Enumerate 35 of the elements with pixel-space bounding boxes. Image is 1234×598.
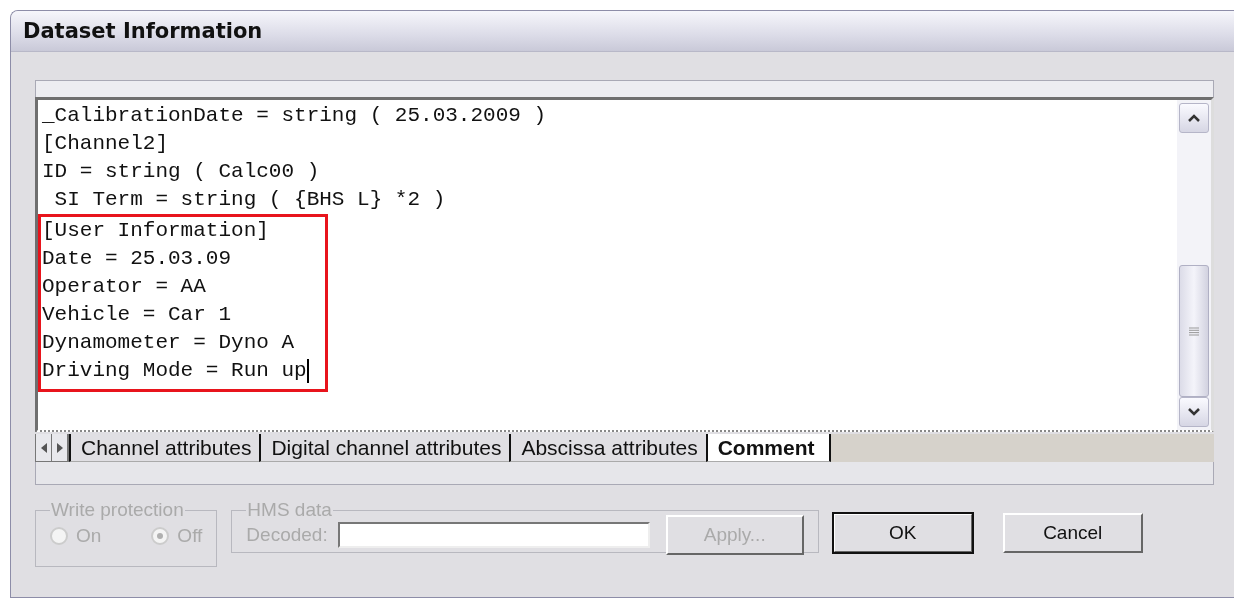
triangle-left-icon [40, 442, 47, 453]
tab-scroll-left-button[interactable] [36, 434, 52, 461]
grip-icon [1189, 326, 1199, 336]
text-line: [User Information] [42, 220, 269, 242]
scroll-up-button[interactable] [1179, 103, 1209, 133]
text-line: [Channel2] [42, 133, 169, 155]
dialog-button[interactable]: Cancel [1002, 513, 1143, 553]
tab-scroll-right-button[interactable] [52, 434, 68, 461]
sheet-tab[interactable]: Digital channel attributes [259, 434, 510, 462]
vertical-scrollbar[interactable] [1177, 100, 1211, 430]
triangle-right-icon [56, 442, 63, 453]
text-line: Date = 25.03.09 [42, 248, 232, 270]
window-title: Dataset Information [23, 19, 263, 43]
group-title: HMS data [246, 499, 333, 521]
dialog-button[interactable]: OK [832, 513, 973, 553]
text-line: Vehicle = Car 1 [42, 304, 232, 326]
text-line: ID = string ( Calc00 ) [42, 161, 320, 183]
chevron-down-icon [1188, 408, 1200, 416]
radio-label: On [76, 525, 102, 547]
scroll-down-button[interactable] [1179, 397, 1209, 427]
sheet-tab[interactable]: Abscissa attributes [509, 434, 706, 462]
sheet-tab[interactable]: Comment [705, 434, 831, 462]
field-label: Decoded: [246, 524, 328, 546]
text-line: Operator = AA [42, 276, 206, 298]
text-line: _CalibrationDate = string ( 25.03.2009 ) [42, 105, 547, 127]
sheet-tab[interactable]: Channel attributes [69, 434, 260, 462]
chevron-up-icon [1188, 114, 1200, 122]
group-title: Write protection [50, 499, 185, 521]
text-editor[interactable] [35, 97, 1214, 432]
radio-label: Off [177, 525, 203, 547]
text-line: Dynamometer = Dyno A [42, 332, 295, 354]
decoded-field[interactable] [337, 522, 650, 548]
text-line: Driving Mode = Run up [42, 360, 307, 382]
scroll-thumb[interactable] [1179, 265, 1209, 397]
text-line: SI Term = string ( {BHS L} *2 ) [53, 189, 446, 211]
